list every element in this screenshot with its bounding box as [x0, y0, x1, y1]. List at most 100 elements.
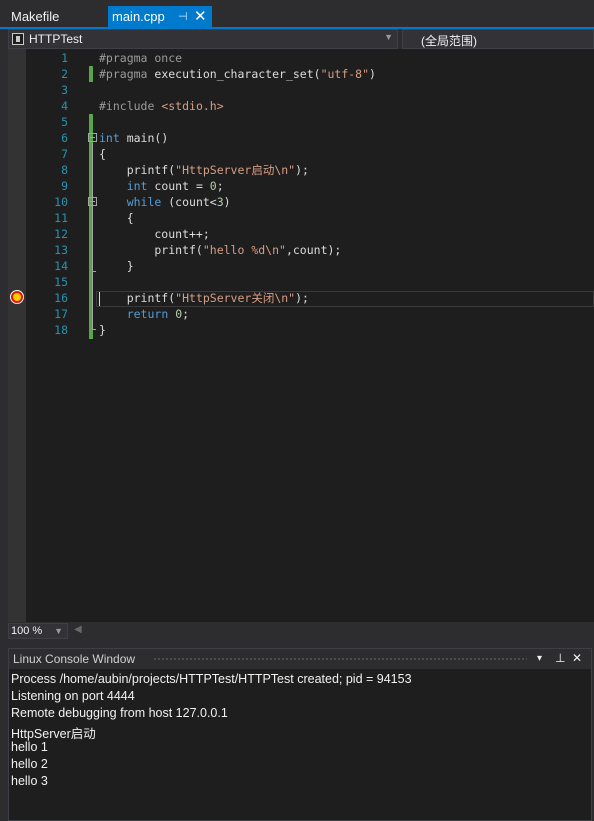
breakpoint-current-icon[interactable] — [10, 290, 24, 304]
code-line[interactable]: 12 count++; — [26, 226, 594, 242]
code-token: (count< — [161, 195, 217, 209]
code-line[interactable]: 2 #pragma execution_character_set("utf-8"… — [26, 66, 594, 82]
console-line: hello 2 — [11, 757, 48, 771]
line-number: 12 — [54, 227, 68, 241]
code-line[interactable]: 18} — [26, 322, 594, 338]
line-number: 5 — [61, 115, 68, 129]
pin-icon[interactable]: ⊥ — [555, 651, 565, 665]
code-text: printf("HttpServer启动\n"); — [99, 162, 309, 178]
code-token: "utf-8" — [320, 67, 370, 81]
console-line: Process /home/aubin/projects/HTTPTest/HT… — [11, 672, 412, 686]
code-token: #include — [99, 99, 155, 113]
code-line[interactable]: 16 printf("HttpServer关闭\n"); — [26, 290, 594, 306]
code-line[interactable]: 8 printf("HttpServer启动\n"); — [26, 162, 594, 178]
line-number: 15 — [54, 275, 68, 289]
panel-grip[interactable] — [153, 657, 527, 662]
code-line[interactable]: 7{ — [26, 146, 594, 162]
code-text: { — [99, 146, 106, 162]
tab-main-cpp[interactable]: main.cpp ⊣ ✕ — [108, 6, 212, 28]
code-line[interactable]: 9 int count = 0; — [26, 178, 594, 194]
close-icon[interactable]: ✕ — [194, 6, 207, 28]
code-token: ) — [369, 67, 376, 81]
code-line[interactable]: 1 #pragma once — [26, 50, 594, 66]
code-token: count++; — [99, 227, 210, 241]
chevron-down-icon: ▼ — [54, 626, 63, 636]
tab-label: main.cpp — [112, 9, 165, 24]
zoom-dropdown[interactable]: 100 % ▼ — [8, 623, 68, 639]
code-line[interactable]: 14 } — [26, 258, 594, 274]
line-number: 6 — [61, 131, 68, 145]
line-number: 10 — [54, 195, 68, 209]
console-line: Listening on port 4444 — [11, 689, 135, 703]
code-line[interactable]: 11 { — [26, 210, 594, 226]
code-token: while — [126, 195, 162, 209]
line-number: 14 — [54, 259, 68, 273]
line-number: 1 — [61, 51, 68, 65]
code-token: int — [126, 179, 148, 193]
document-tab-bar: Makefile main.cpp ⊣ ✕ — [0, 0, 594, 29]
line-number: 2 — [61, 67, 68, 81]
code-token: ); — [295, 291, 309, 305]
code-token: int — [99, 131, 120, 145]
code-token: count = — [147, 179, 210, 193]
code-token: #pragma once — [99, 51, 183, 65]
navigation-bar: HTTPTest ▼ (全局范围) — [0, 29, 594, 49]
code-line[interactable]: 10 while (count<3) — [26, 194, 594, 210]
scope-dropdown[interactable]: (全局范围) — [402, 29, 594, 49]
line-number: 16 — [54, 291, 68, 305]
glyph-margin[interactable] — [8, 49, 26, 622]
code-token: } — [99, 259, 134, 273]
code-token: printf( — [99, 243, 203, 257]
code-area[interactable]: 1 #pragma once 2 #pragma execution_characte… — [26, 49, 594, 622]
code-token: ; — [216, 179, 224, 193]
zoom-level: 100 % — [11, 625, 43, 637]
code-token: printf( — [99, 291, 176, 305]
line-number: 9 — [61, 179, 68, 193]
tab-makefile[interactable]: Makefile — [0, 6, 100, 28]
code-line[interactable]: 17 return 0; — [26, 306, 594, 322]
code-token: main() — [119, 131, 169, 145]
code-text: #include <stdio.h> — [99, 98, 224, 114]
pin-icon[interactable]: ⊣ — [178, 6, 188, 28]
code-line[interactable]: 3 — [26, 82, 594, 98]
code-token: { — [99, 147, 106, 161]
code-token: "HttpServer启动\n" — [175, 163, 296, 177]
code-text: } — [99, 322, 106, 338]
scroll-left-icon[interactable]: ◀ — [74, 624, 82, 635]
code-text: } — [99, 258, 134, 274]
code-token: "HttpServer关闭\n" — [175, 291, 296, 305]
code-text: printf("HttpServer关闭\n"); — [99, 290, 309, 306]
console-line: HttpServer启动 — [11, 727, 96, 741]
code-line[interactable]: 5 — [26, 114, 594, 130]
console-line: hello 3 — [11, 774, 48, 788]
project-icon — [12, 33, 24, 45]
code-line[interactable]: 15 — [26, 274, 594, 290]
line-number: 3 — [61, 83, 68, 97]
close-icon[interactable]: ✕ — [572, 651, 582, 665]
code-token: ,count); — [285, 243, 342, 257]
project-name: HTTPTest — [29, 32, 83, 46]
project-dropdown[interactable]: HTTPTest ▼ — [8, 29, 398, 49]
code-token: printf( — [99, 163, 176, 177]
scope-name: (全局范围) — [421, 34, 477, 48]
code-token: ; — [182, 307, 190, 321]
code-editor[interactable]: 1 #pragma once 2 #pragma execution_characte… — [8, 49, 594, 622]
code-line[interactable]: 13 printf("hello %d\n",count); — [26, 242, 594, 258]
code-token: return — [126, 307, 169, 321]
code-text: #pragma once — [99, 50, 182, 66]
line-number: 18 — [54, 323, 68, 337]
chevron-down-icon: ▼ — [384, 32, 393, 42]
code-line[interactable]: 4 #include <stdio.h> — [26, 98, 594, 114]
code-token: { — [99, 211, 134, 225]
code-token: <stdio.h> — [161, 99, 224, 113]
panel-menu-button[interactable]: ▾ — [537, 653, 542, 664]
console-line: Remote debugging from host 127.0.0.1 — [11, 706, 228, 720]
console-output[interactable]: Process /home/aubin/projects/HTTPTest/HT… — [9, 669, 591, 820]
line-number: 4 — [61, 99, 68, 113]
code-line[interactable]: 6 int main() — [26, 130, 594, 146]
line-number: 7 — [61, 147, 68, 161]
code-token: } — [99, 323, 106, 337]
panel-title: Linux Console Window — [13, 652, 136, 666]
